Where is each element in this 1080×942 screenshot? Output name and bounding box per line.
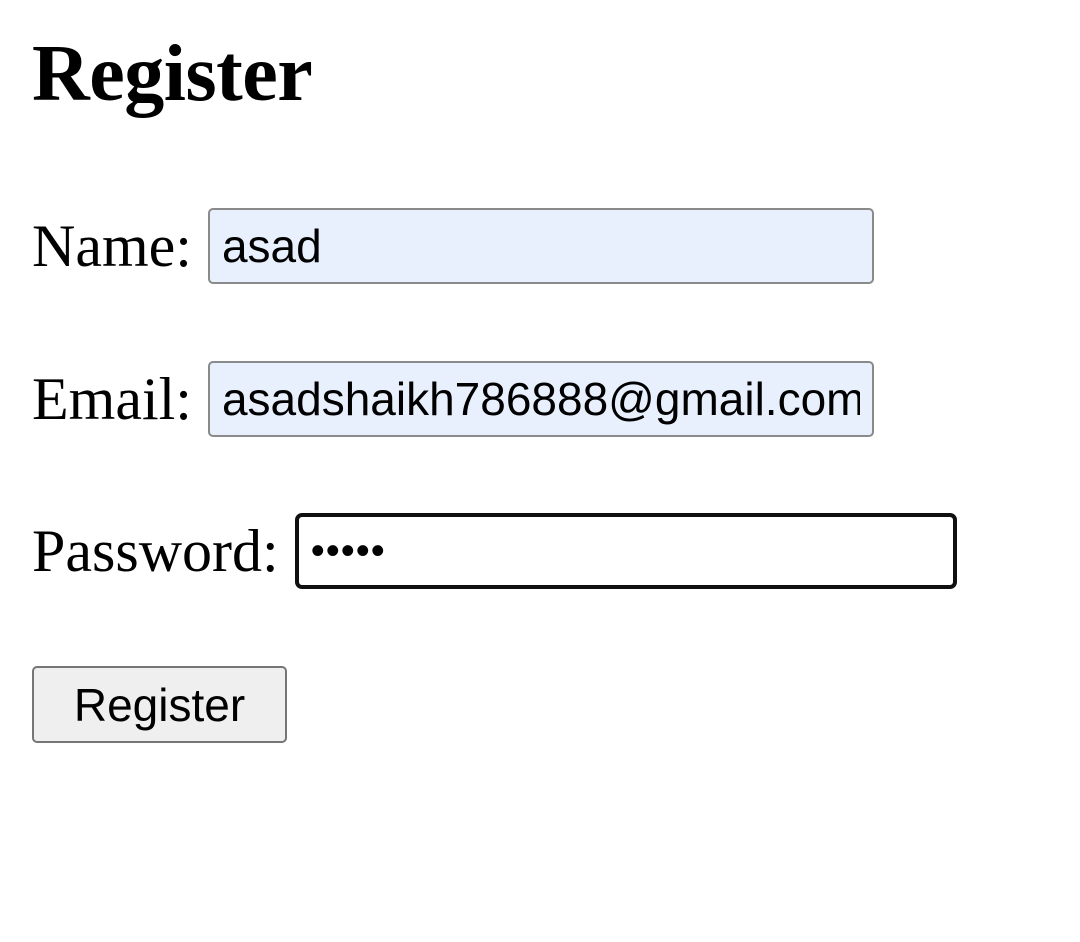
name-input[interactable]: [207, 208, 874, 284]
register-page: Register Name: Email: Password: Register: [0, 0, 1080, 942]
email-input[interactable]: [207, 361, 874, 437]
password-row: Password:: [32, 512, 957, 590]
email-label: Email:: [32, 366, 192, 432]
name-row: Name:: [32, 207, 874, 285]
page-title: Register: [32, 30, 313, 118]
name-label: Name:: [32, 213, 192, 279]
password-label: Password:: [32, 518, 279, 584]
email-row: Email:: [32, 360, 874, 438]
register-button[interactable]: Register: [32, 666, 287, 743]
password-input[interactable]: [294, 513, 957, 589]
